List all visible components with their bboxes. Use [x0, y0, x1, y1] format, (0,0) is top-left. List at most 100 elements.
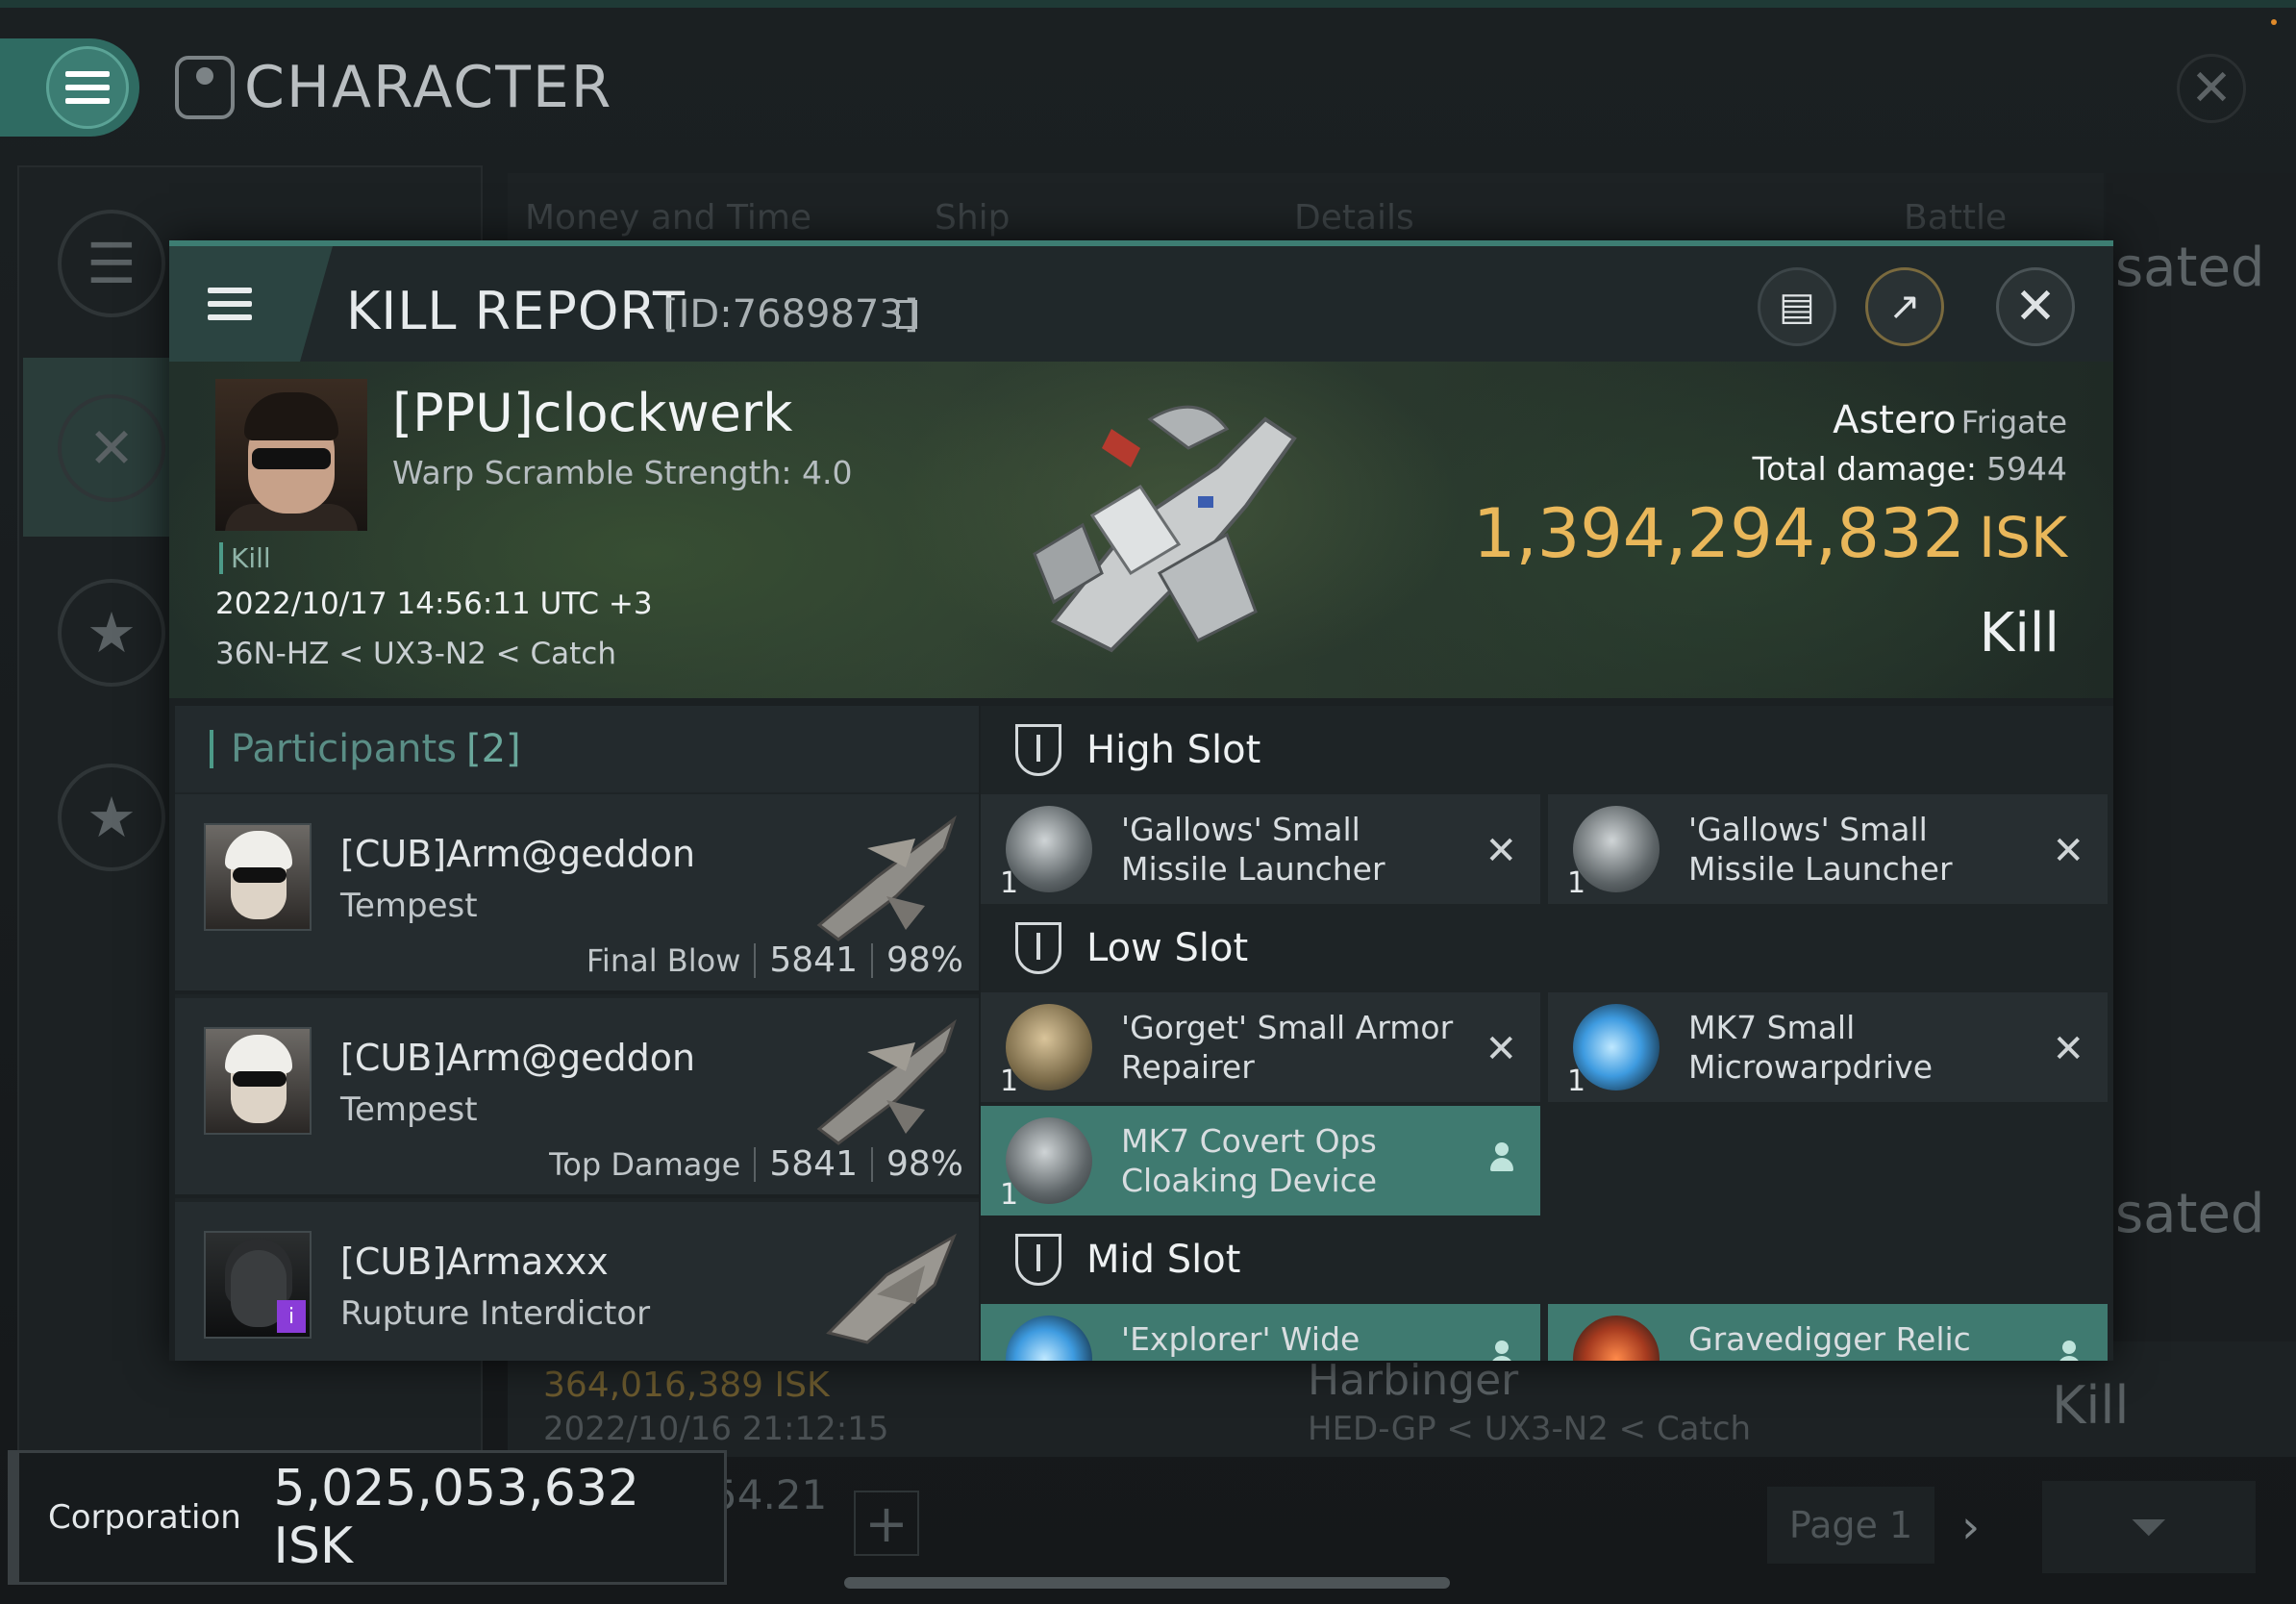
status-text: sated — [2115, 237, 2265, 299]
dropped-person-icon — [1488, 1341, 1515, 1361]
row-ship: Harbinger — [1308, 1356, 1519, 1405]
relic-analyzer-icon — [1573, 1316, 1660, 1361]
corporation-label: Corporation — [48, 1498, 241, 1537]
rupture-ship-render — [826, 1233, 957, 1344]
module-name: MK7 Small Microwarpdrive — [1688, 1009, 1934, 1086]
module-item[interactable]: 1 'Gallows' Small Missile Launcher ✕ — [1548, 794, 2108, 904]
top-strip — [0, 0, 2296, 8]
kill-report-menu-button[interactable] — [169, 246, 333, 362]
high-slot-icon — [1015, 724, 1061, 776]
destroyed-icon: ✕ — [2052, 829, 2084, 873]
astero-ship-render[interactable] — [996, 381, 1323, 679]
participant-row[interactable]: [CUB]Arm@geddon Tempest Top Damage 5841 … — [175, 998, 979, 1198]
filter-icon[interactable]: ⏷ — [2042, 1481, 2256, 1573]
crossed-swords-icon[interactable]: ✕ — [58, 394, 165, 502]
module-item-dropped[interactable]: 1 MK7 Covert Ops Cloaking Device — [981, 1106, 1540, 1216]
dropped-person-icon — [2056, 1341, 2083, 1361]
clipboard-icon: ▤ — [1779, 285, 1815, 329]
module-name: MK7 Covert Ops Cloaking Device — [1121, 1122, 1378, 1199]
main-menu-button[interactable] — [0, 38, 139, 137]
participant-ship: Rupture Interdictor — [340, 1294, 651, 1333]
hamburger-icon — [65, 71, 110, 104]
module-item-dropped[interactable]: 'Explorer' Wide Range — [981, 1304, 1540, 1361]
add-icon[interactable]: + — [854, 1491, 919, 1556]
kill-report-header: KILL REPORT [ID:7689873] ▤ ↗ ✕ — [169, 246, 2113, 362]
clipboard-button[interactable]: ▤ — [1758, 267, 1836, 346]
low-slot-header: Low Slot — [981, 904, 2113, 992]
module-name: 'Gallows' Small Missile Launcher — [1688, 811, 1953, 888]
corporation-value: 5,025,053,632 ISK — [273, 1460, 639, 1575]
module-item-dropped[interactable]: Gravedigger Relic — [1548, 1304, 2108, 1361]
victim-location[interactable]: 36N-HZ < UX3-N2 < Catch — [215, 637, 616, 671]
kill-tag: Kill — [219, 542, 271, 574]
victim-portrait[interactable] — [215, 379, 367, 531]
tempest-ship-render — [816, 815, 957, 941]
window-title: CHARACTER — [175, 54, 612, 121]
isk-value: 1,394,294,832 ISK — [1472, 494, 2067, 573]
participant-ship: Tempest — [340, 887, 478, 925]
module-item[interactable]: 1 MK7 Small Microwarpdrive ✕ — [1548, 992, 2108, 1102]
row-status: Kill — [2052, 1375, 2130, 1436]
participant-name[interactable]: [CUB]Arm@geddon — [340, 833, 695, 875]
destroyed-icon: ✕ — [1485, 829, 1517, 873]
participant-avatar[interactable]: i — [204, 1231, 312, 1339]
participant-row[interactable]: i [CUB]Armaxxx Rupture Interdictor — [175, 1202, 979, 1361]
column-money-time[interactable]: Money and Time — [525, 198, 811, 238]
missile-launcher-icon — [1573, 806, 1660, 892]
module-item[interactable]: 1 'Gallows' Small Missile Launcher ✕ — [981, 794, 1540, 904]
total-damage: Total damage: 5944 — [1752, 450, 2067, 488]
kill-report-close-button[interactable]: ✕ — [1996, 267, 2075, 346]
next-page-icon[interactable]: › — [1961, 1500, 1980, 1554]
tempest-ship-render — [816, 1018, 957, 1145]
row-date: 2022/10/16 21:12:15 — [543, 1410, 889, 1448]
module-name: 'Gallows' Small Missile Launcher — [1121, 811, 1385, 888]
external-link-icon: ↗ — [1888, 285, 1921, 329]
fitting-panel: High Slot 1 'Gallows' Small Missile Laun… — [981, 706, 2113, 1361]
column-details[interactable]: Details — [1294, 198, 1414, 238]
scanner-probe-icon — [1006, 1316, 1092, 1361]
page-indicator: Page 1 — [1767, 1487, 1934, 1564]
info-badge-icon: i — [277, 1300, 306, 1333]
victim-ship-name[interactable]: Astero — [1833, 398, 1957, 442]
participant-stats: Top Damage 5841 98% — [549, 1144, 963, 1184]
battle-status-column — [2106, 173, 2296, 1452]
share-button[interactable]: ↗ — [1865, 267, 1944, 346]
star-medal-icon[interactable]: ★ — [58, 764, 165, 871]
participant-avatar[interactable] — [204, 1027, 312, 1135]
cloaking-device-icon — [1006, 1117, 1092, 1204]
copy-id-icon[interactable] — [896, 300, 917, 329]
high-slot-header: High Slot — [981, 706, 2113, 794]
destroyed-icon: ✕ — [1485, 1027, 1517, 1071]
column-ship[interactable]: Ship — [935, 198, 1011, 238]
footer-value: 54.21 — [711, 1471, 828, 1518]
participant-name[interactable]: [CUB]Armaxxx — [340, 1241, 609, 1283]
character-icon — [175, 56, 235, 119]
mid-slot-header: Mid Slot — [981, 1216, 2113, 1304]
participant-row[interactable]: [CUB]Arm@geddon Tempest Final Blow 5841 … — [175, 794, 979, 994]
victim-name[interactable]: [PPU]clockwerk — [392, 383, 792, 443]
participant-name[interactable]: [CUB]Arm@geddon — [340, 1037, 695, 1079]
kill-report-id: [ID:7689873] — [663, 292, 919, 337]
list-icon[interactable]: ☰ — [58, 210, 165, 317]
horizontal-scrollbar[interactable] — [844, 1577, 1450, 1589]
row-location: HED-GP < UX3-N2 < Catch — [1308, 1410, 1752, 1448]
close-icon: ✕ — [2014, 278, 2057, 336]
character-close-button[interactable]: ✕ — [2177, 54, 2246, 123]
low-slot-icon — [1015, 922, 1061, 974]
participants-header[interactable]: Participants [2] — [175, 706, 979, 792]
module-name: Gravedigger Relic — [1688, 1320, 1971, 1358]
hamburger-icon — [208, 288, 252, 320]
destroyed-icon: ✕ — [2052, 1027, 2084, 1071]
participant-ship: Tempest — [340, 1090, 478, 1129]
missile-launcher-icon — [1006, 806, 1092, 892]
participant-stats: Final Blow 5841 98% — [586, 940, 963, 980]
module-item[interactable]: 1 'Gorget' Small Armor Repairer ✕ — [981, 992, 1540, 1102]
star-badge-icon[interactable]: ★ — [58, 579, 165, 687]
row-isk: 364,016,389 ISK — [543, 1366, 830, 1405]
module-name: 'Explorer' Wide Range — [1121, 1320, 1360, 1361]
mid-slot-icon — [1015, 1234, 1061, 1286]
participant-avatar[interactable] — [204, 823, 312, 931]
kill-report-window: KILL REPORT [ID:7689873] ▤ ↗ ✕ [PPU]cloc… — [169, 240, 2113, 1361]
dropped-person-icon — [1488, 1142, 1515, 1177]
status-text: sated — [2115, 1183, 2265, 1245]
